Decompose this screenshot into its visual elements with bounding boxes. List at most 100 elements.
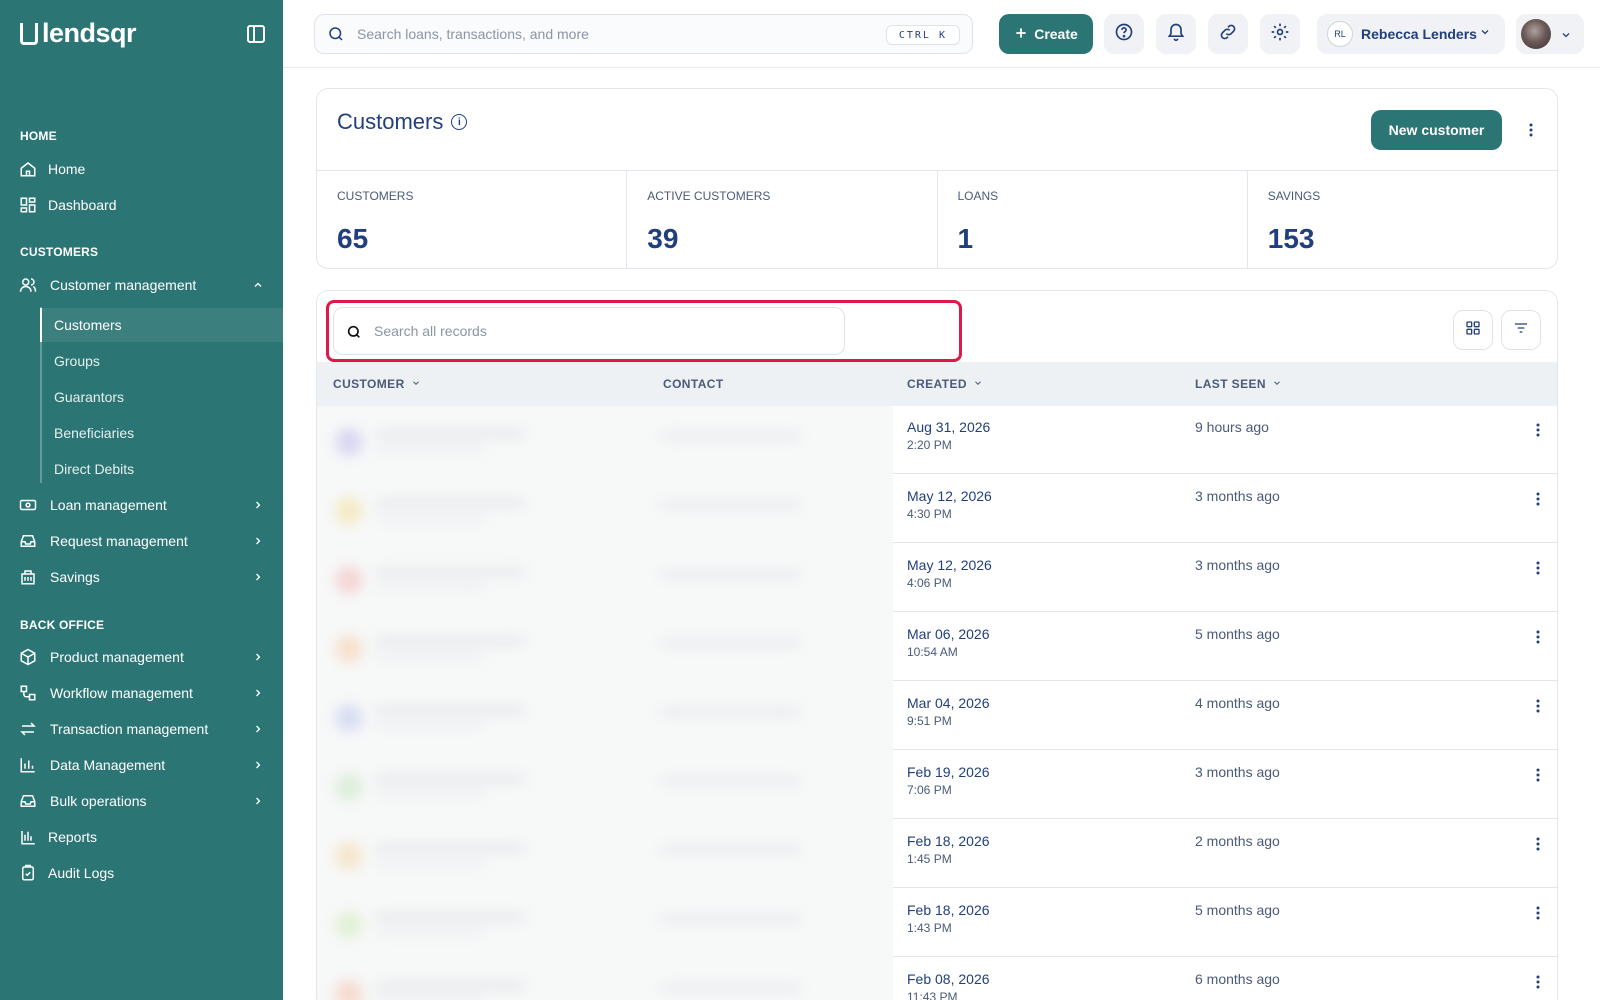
sidebar-item-audit-logs[interactable]: Audit Logs (0, 856, 283, 890)
sidebar-item-reports[interactable]: Reports (0, 820, 283, 854)
table-row[interactable]: Feb 18, 2026 1:43 PM 5 months ago (893, 889, 1557, 957)
column-label: LAST SEEN (1195, 377, 1266, 391)
sidebar-subitem-groups[interactable]: Groups (42, 344, 283, 378)
chevron-right-icon (252, 759, 264, 771)
sidebar-item-label: Transaction management (50, 721, 209, 737)
column-header-contact[interactable]: CONTACT (663, 377, 724, 391)
redacted-row (331, 416, 881, 466)
tray-icon (18, 791, 38, 811)
profile-menu[interactable] (1516, 14, 1584, 54)
help-button[interactable] (1104, 14, 1144, 54)
column-label: CONTACT (663, 377, 724, 391)
stat-value: 65 (337, 223, 369, 254)
sidebar-item-label: Reports (48, 829, 98, 845)
created-time: 11:43 PM (907, 990, 958, 1000)
sidebar-item-request-management[interactable]: Request management (0, 524, 283, 558)
redacted-avatar (335, 911, 363, 939)
workflow-icon (18, 683, 38, 703)
created-time: 2:20 PM (907, 438, 952, 452)
chevron-down-icon (1272, 377, 1282, 391)
sidebar-item-customer-management[interactable]: Customer management (0, 268, 283, 302)
table-row[interactable]: Aug 31, 2026 2:20 PM 9 hours ago (893, 406, 1557, 474)
row-actions-icon[interactable] (1528, 765, 1548, 785)
row-actions-icon[interactable] (1528, 696, 1548, 716)
redacted-text (375, 775, 525, 783)
search-placeholder: Search loans, transactions, and more (357, 26, 589, 42)
redacted-row (331, 692, 881, 742)
table-row[interactable]: May 12, 2026 4:30 PM 3 months ago (893, 475, 1557, 543)
created-date: May 12, 2026 (907, 488, 992, 504)
redacted-text (375, 446, 485, 452)
stat-loans: LOANS 1 (938, 171, 1248, 269)
chevron-right-icon (252, 535, 264, 547)
home-icon (18, 159, 38, 179)
more-options-icon[interactable] (1521, 120, 1541, 140)
created-date: Aug 31, 2026 (907, 419, 991, 435)
sidebar-subitem-customers[interactable]: Customers (40, 308, 283, 342)
sidebar-item-data-management[interactable]: Data Management (0, 748, 283, 782)
sidebar-item-home[interactable]: Home (0, 152, 283, 186)
column-header-created[interactable]: CREATED (907, 377, 983, 391)
global-search-input[interactable]: Search loans, transactions, and more CTR… (314, 14, 973, 54)
table-row[interactable]: Feb 18, 2026 1:45 PM 2 months ago (893, 820, 1557, 888)
records-search-input[interactable]: Search all records (333, 307, 845, 355)
table-row[interactable]: May 12, 2026 4:06 PM 3 months ago (893, 544, 1557, 612)
redacted-text (375, 982, 525, 990)
sidebar-item-transaction-management[interactable]: Transaction management (0, 712, 283, 746)
row-actions-icon[interactable] (1528, 489, 1548, 509)
created-time: 1:43 PM (907, 921, 952, 935)
users-icon (18, 275, 38, 295)
clipboard-check-icon (18, 863, 38, 883)
customers-table-card: Search all records CUSTOMER CONTACT CREA… (316, 290, 1558, 1000)
row-actions-icon[interactable] (1528, 834, 1548, 854)
stat-label: ACTIVE CUSTOMERS (647, 189, 771, 203)
column-header-customer[interactable]: CUSTOMER (333, 377, 421, 391)
sidebar-item-dashboard[interactable]: Dashboard (0, 188, 283, 222)
column-header-last-seen[interactable]: LAST SEEN (1195, 377, 1282, 391)
settings-button[interactable] (1260, 14, 1300, 54)
table-row[interactable]: Mar 04, 2026 9:51 PM 4 months ago (893, 682, 1557, 750)
sidebar-subitem-beneficiaries[interactable]: Beneficiaries (42, 416, 283, 450)
user-name: Rebecca Lenders (1361, 26, 1477, 42)
sidebar-item-label: Loan management (50, 497, 167, 513)
row-actions-icon[interactable] (1528, 903, 1548, 923)
redacted-text (375, 515, 485, 521)
sidebar-item-bulk-operations[interactable]: Bulk operations (0, 784, 283, 818)
create-button[interactable]: Create (999, 14, 1093, 54)
sidebar-item-label: Product management (50, 649, 184, 665)
sidebar-item-product-management[interactable]: Product management (0, 640, 283, 674)
sidebar-item-savings[interactable]: Savings (0, 560, 283, 594)
redacted-row (331, 761, 881, 811)
row-actions-icon[interactable] (1528, 972, 1548, 992)
created-time: 4:30 PM (907, 507, 952, 521)
row-actions-icon[interactable] (1528, 558, 1548, 578)
new-customer-button[interactable]: New customer (1371, 110, 1502, 150)
redacted-avatar (335, 497, 363, 525)
created-date: Feb 18, 2026 (907, 902, 990, 918)
collapse-sidebar-icon[interactable] (247, 25, 265, 43)
last-seen: 3 months ago (1195, 764, 1280, 780)
table-row[interactable]: Feb 08, 2026 11:43 PM 6 months ago (893, 958, 1557, 1000)
sidebar-subitem-direct-debits[interactable]: Direct Debits (42, 452, 283, 486)
organization-switcher[interactable]: RL Rebecca Lenders (1317, 14, 1505, 54)
gear-icon (1270, 22, 1290, 47)
create-label: Create (1034, 26, 1078, 42)
row-actions-icon[interactable] (1528, 420, 1548, 440)
sidebar-subitem-guarantors[interactable]: Guarantors (42, 380, 283, 414)
row-actions-icon[interactable] (1528, 627, 1548, 647)
search-icon (346, 324, 362, 345)
sidebar-item-loan-management[interactable]: Loan management (0, 488, 283, 522)
plus-icon (1014, 26, 1028, 43)
notifications-button[interactable] (1156, 14, 1196, 54)
table-row[interactable]: Mar 06, 2026 10:54 AM 5 months ago (893, 613, 1557, 681)
info-icon[interactable]: i (451, 114, 468, 130)
table-row[interactable]: Feb 19, 2026 7:06 PM 3 months ago (893, 751, 1557, 819)
redacted-row (331, 899, 881, 949)
filter-button[interactable] (1501, 310, 1541, 350)
brand-logo[interactable]: lendsqr (20, 18, 137, 49)
bank-icon (18, 567, 38, 587)
links-button[interactable] (1208, 14, 1248, 54)
sidebar-item-workflow-management[interactable]: Workflow management (0, 676, 283, 710)
sidebar-item-label: Data Management (50, 757, 166, 773)
grid-view-button[interactable] (1453, 310, 1493, 350)
